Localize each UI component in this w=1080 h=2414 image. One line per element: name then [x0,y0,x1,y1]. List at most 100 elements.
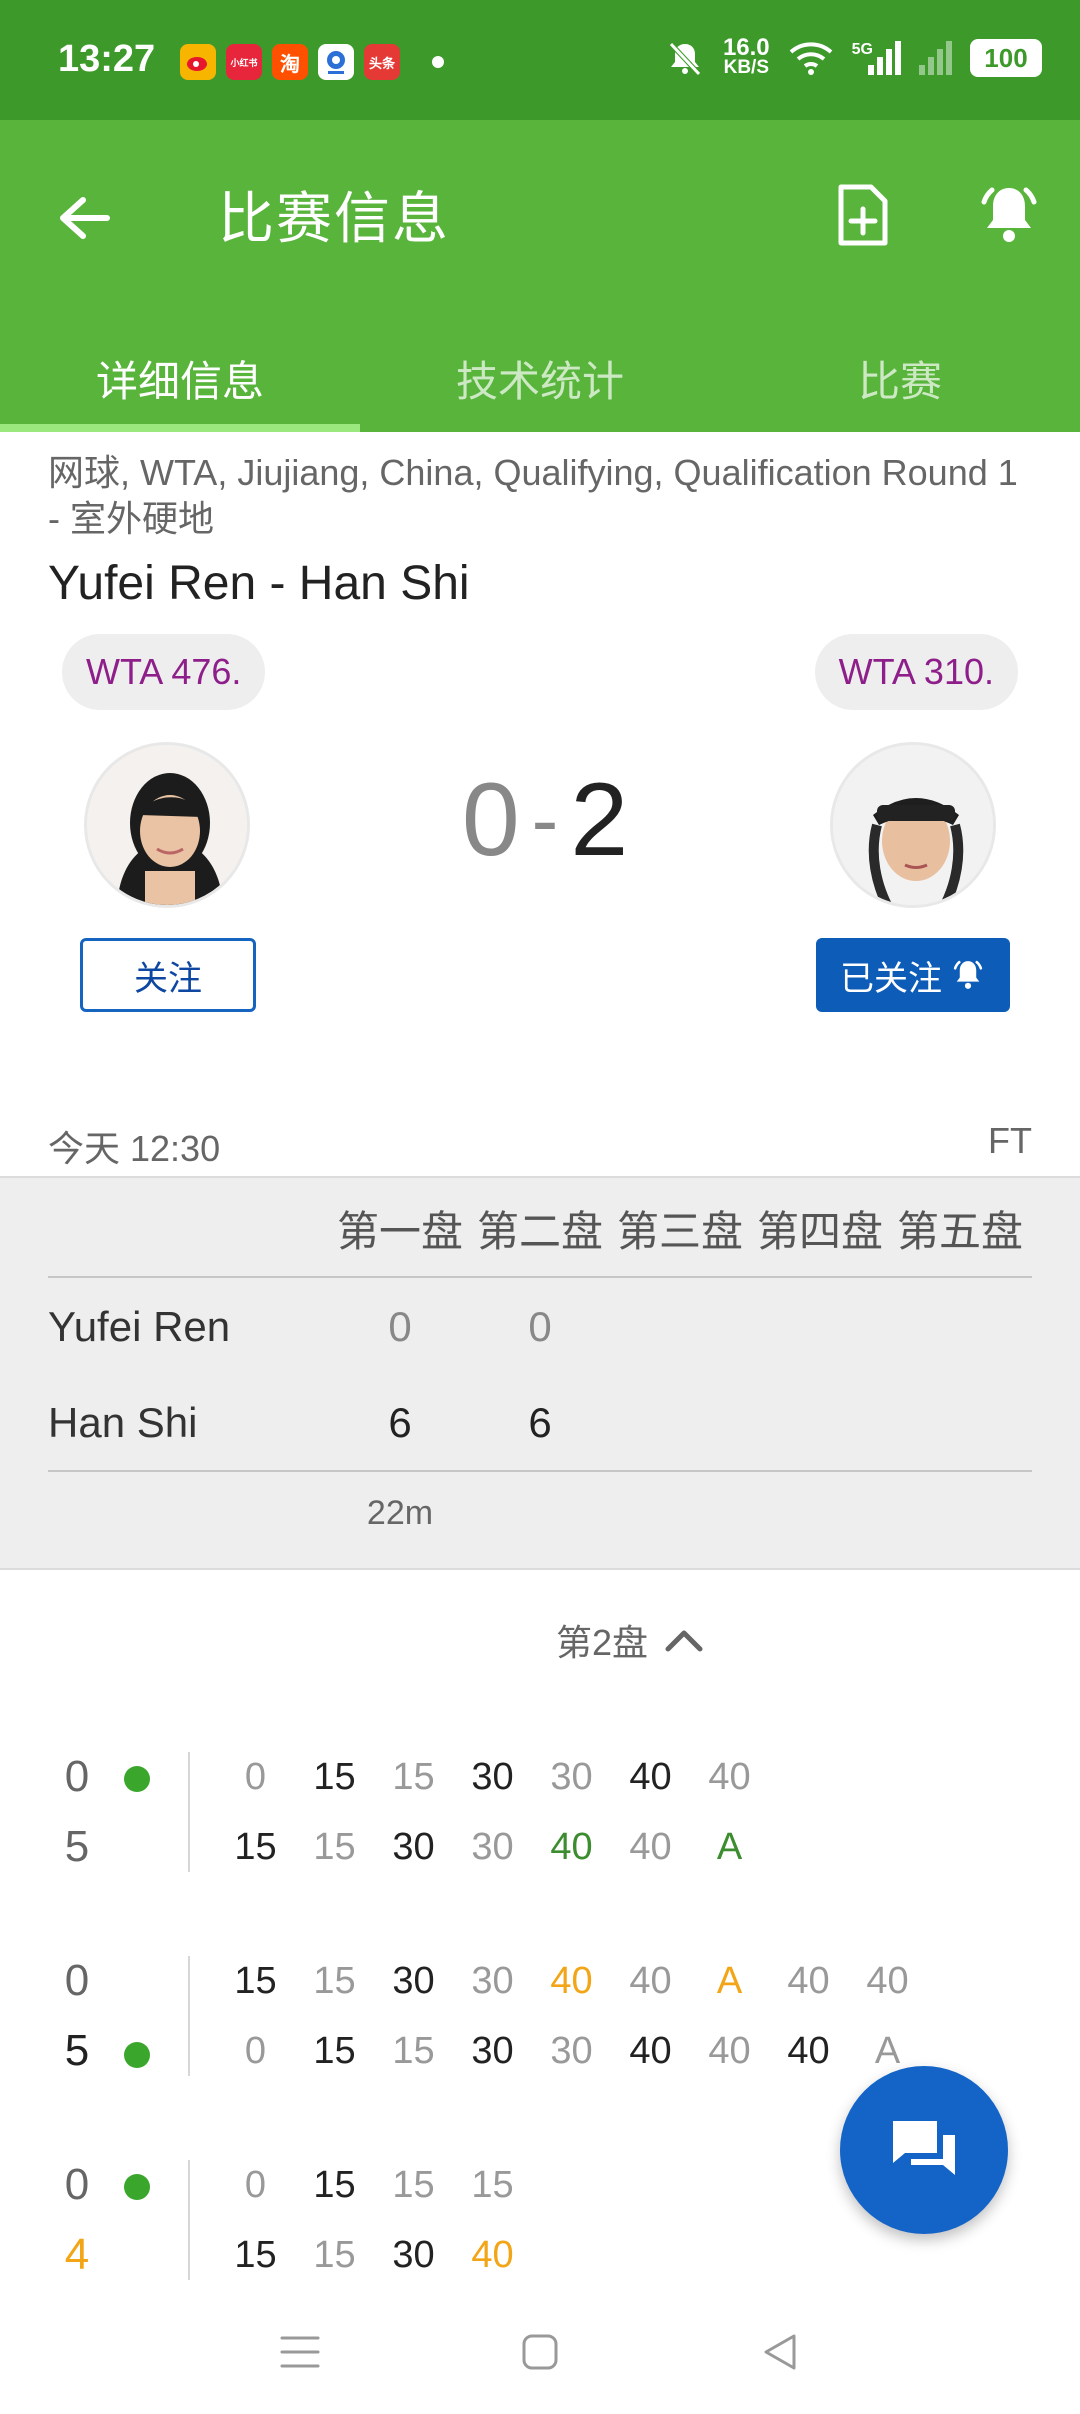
table-row: Han Shi 6 6 [48,1388,1032,1458]
match-breadcrumb[interactable]: 网球, WTA, Jiujiang, China, Qualifying, Qu… [48,450,1028,542]
table-divider [48,1276,1032,1278]
serve-indicator [124,2174,150,2200]
chat-icon [893,2121,955,2175]
point-score: 40 [550,1960,593,2002]
point-score: 15 [313,2164,356,2206]
point-score: 40 [787,2030,830,2072]
match-title: Yufei Ren - Han Shi [48,557,470,610]
points-row: 0 15 15 30 30 40 40 [216,1756,769,1812]
table-divider [48,1470,1032,1472]
point-score: 30 [550,2030,593,2072]
home-rank-badge[interactable]: WTA 476. [62,634,266,710]
chat-fab[interactable] [840,2066,1008,2234]
back-button[interactable] [52,176,116,260]
point-score: 15 [234,1960,277,2002]
nav-home-button[interactable] [500,2312,580,2392]
table-row: Yufei Ren 0 0 [48,1292,1032,1362]
point-score: A [716,1960,743,2002]
game-score-away: 4 [64,2230,90,2279]
xiaohongshu-icon: 小红书 [226,44,262,80]
game-score-home: 0 [64,1752,90,1801]
game-row: 0 5 15 15 30 30 40 40 A 40 40 0 15 15 30 30 40 40 40 A [0,1956,1080,2076]
game-divider [188,1752,190,1872]
match-start-time: 今天 12:30 [48,1128,221,1169]
points-row: 15 15 30 30 40 40 A [216,1826,769,1882]
home-player-avatar[interactable] [84,742,250,908]
set-header: 第二盘 [476,1208,603,1255]
tab-details[interactable]: 详细信息 [0,310,360,432]
points-row: 15 15 30 40 [216,2234,532,2290]
net-speed: 16.0 KB/S [722,34,770,78]
wifi-icon [789,42,832,75]
tv-app-icon [318,44,354,80]
game-score-away: 5 [64,2026,90,2075]
set-header: 第一盘 [336,1208,463,1255]
point-score: 40 [471,2234,514,2276]
set-score: 0 [528,1303,552,1350]
followed-away-button[interactable]: 已关注 [816,938,1010,1012]
score-separator: - [531,775,559,864]
point-score: 40 [629,2030,672,2072]
point-score: 30 [392,2234,435,2276]
mute-icon [669,42,701,76]
point-score: 40 [866,1960,909,2002]
set-header: 第四盘 [756,1208,883,1255]
point-score: 30 [471,1756,514,1798]
points-row: 0 15 15 15 [216,2164,532,2220]
point-score: 15 [471,2164,514,2206]
point-score: 15 [392,2030,435,2072]
bell-ring-icon [953,960,983,989]
point-score: 15 [234,2234,277,2276]
set-score: 6 [528,1399,552,1446]
app-bar: 比赛信息 详细信息 技术统计 比赛 [0,120,1080,432]
game-score-away: 5 [64,1822,90,1871]
serve-indicator [124,2042,150,2068]
point-score: 40 [708,1756,751,1798]
point-score: 40 [629,1756,672,1798]
point-score: 40 [550,1826,593,1868]
match-score: 0 - 2 [430,760,660,880]
game-score-home: 0 [64,2160,90,2209]
point-score: 15 [313,2030,356,2072]
set-header: 第三盘 [616,1208,743,1255]
point-score: 15 [392,1756,435,1798]
serve-indicator [124,1766,150,1792]
tab-match[interactable]: 比赛 [720,310,1080,432]
away-rank-badge[interactable]: WTA 310. [814,634,1018,710]
point-score: 15 [313,2234,356,2276]
notification-button[interactable] [970,170,1048,260]
game-divider [188,2160,190,2280]
add-to-calendar-button[interactable] [828,172,898,260]
home-square-icon [522,2334,558,2370]
set-score: 6 [388,1399,412,1446]
nav-back-button[interactable] [740,2312,820,2392]
tab-statistics[interactable]: 技术统计 [360,310,720,432]
point-score: 40 [787,1960,830,2002]
point-score: 0 [244,2030,267,2072]
system-nav-bar [0,2290,1080,2414]
notification-dot [432,56,444,68]
points-row: 15 15 30 30 40 40 A 40 40 [216,1960,927,2016]
toutiao-icon: 头条 [364,44,400,80]
followed-label: 已关注 [840,959,942,998]
point-score: 0 [244,2164,267,2206]
point-score: 15 [313,1826,356,1868]
nav-menu-button[interactable] [260,2312,340,2392]
status-bar: 13:27 小红书 淘 头条 16.0 KB/S 5G 100 [0,0,1080,120]
set-toggle-label: 第2盘 [556,1622,649,1663]
back-triangle-icon [764,2334,796,2370]
point-score: 30 [392,1960,435,2002]
point-score: 0 [244,1756,267,1798]
page-title: 比赛信息 [218,187,450,250]
set-collapse-toggle[interactable]: 第2盘 [556,1614,704,1666]
player-name: Yufei Ren [48,1303,231,1350]
signal-sim2-icon [919,41,952,75]
set-header: 第五盘 [896,1208,1023,1255]
point-score: 30 [471,2030,514,2072]
menu-icon [280,2336,320,2368]
points-row: 0 15 15 30 30 40 40 40 A [216,2030,927,2086]
point-score: 15 [313,1960,356,2002]
point-score: 15 [392,2164,435,2206]
follow-home-button[interactable]: 关注 [80,938,256,1012]
away-player-avatar[interactable] [830,742,996,908]
